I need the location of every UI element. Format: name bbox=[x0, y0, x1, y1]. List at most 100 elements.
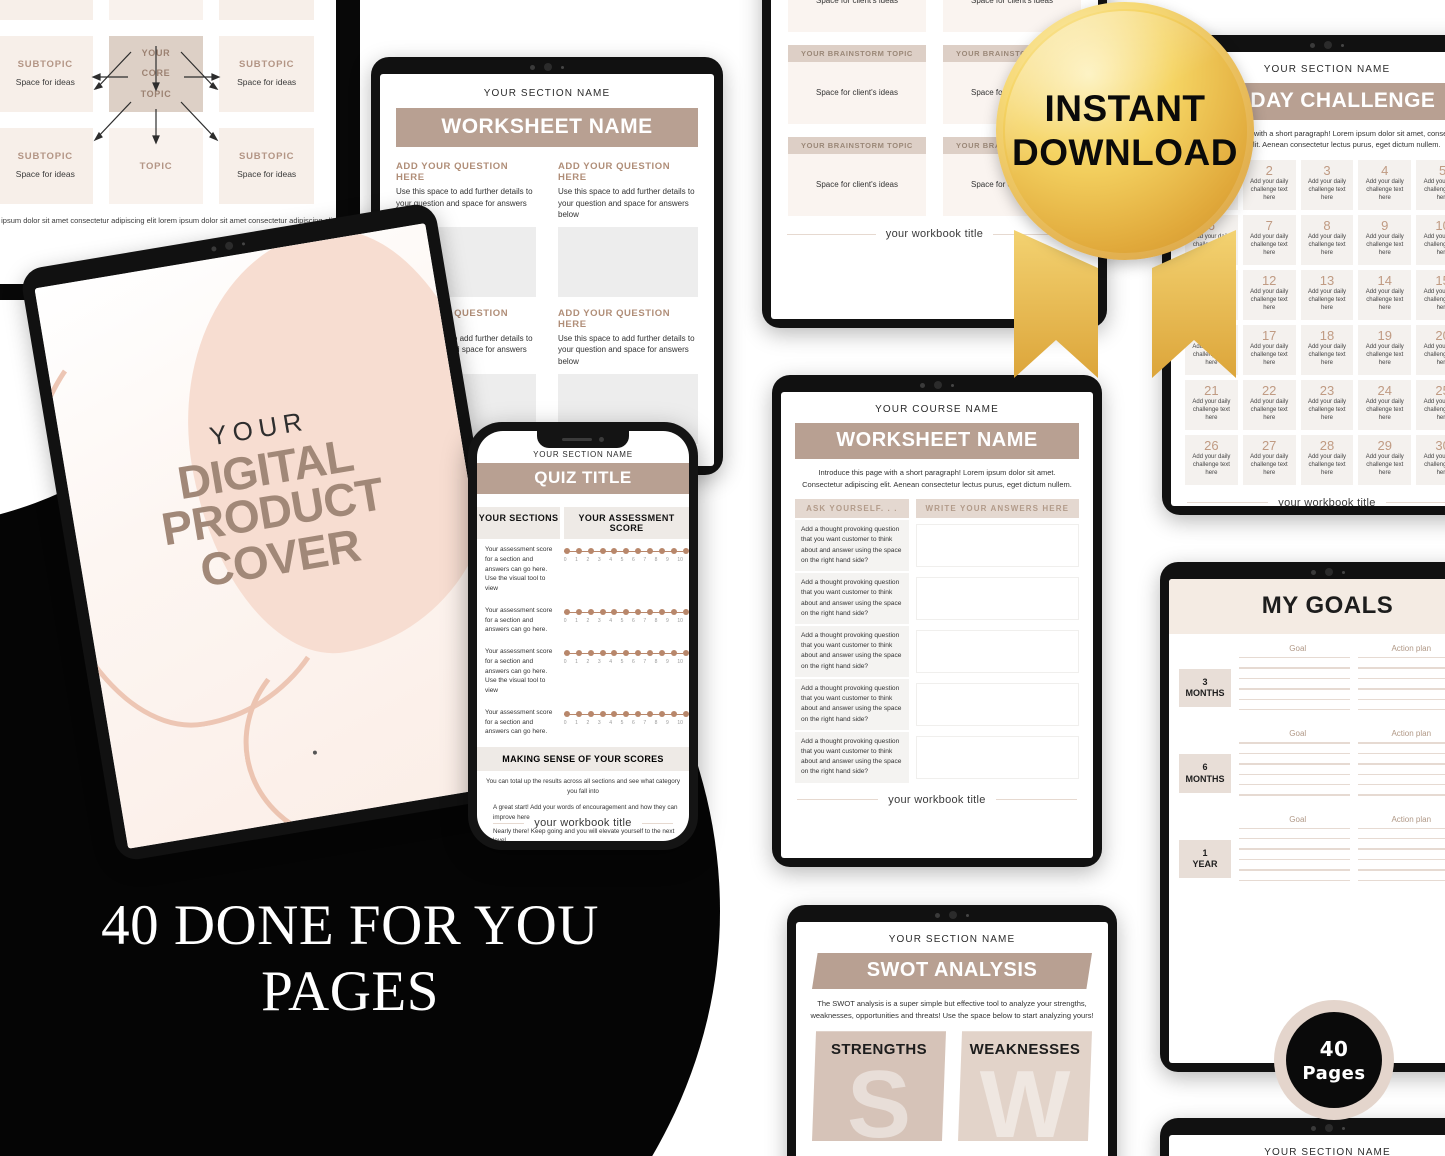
challenge-day-cell[interactable]: 19 Add your daily challenge text here bbox=[1358, 324, 1412, 375]
quiz-scale-dot[interactable] bbox=[682, 608, 689, 615]
swot-strengths-cell[interactable]: S STRENGTHS bbox=[812, 1031, 946, 1142]
quiz-scale-dot[interactable] bbox=[659, 650, 666, 656]
quiz-scale-dot[interactable] bbox=[599, 608, 606, 615]
quiz-scale-dot[interactable] bbox=[647, 548, 654, 554]
challenge-day-cell[interactable]: 22 Add your daily challenge text here bbox=[1242, 379, 1296, 430]
quiz-scale-line[interactable] bbox=[563, 608, 689, 616]
challenge-day-cell[interactable]: 29 Add your daily challenge text here bbox=[1358, 434, 1412, 485]
course-answer-box[interactable] bbox=[915, 735, 1079, 779]
quiz-scale-dot[interactable] bbox=[611, 548, 618, 554]
quiz-scale-dot[interactable] bbox=[575, 650, 582, 656]
goals-goal-lines[interactable] bbox=[1239, 827, 1350, 890]
quiz-scale-dot[interactable] bbox=[671, 548, 678, 554]
challenge-day-cell[interactable]: 25Add your daily challenge text here bbox=[1416, 379, 1445, 430]
quiz-scale-dot[interactable] bbox=[659, 548, 666, 554]
challenge-day-cell[interactable]: 9 Add your daily challenge text here bbox=[1358, 214, 1412, 265]
goals-action-lines[interactable] bbox=[1357, 657, 1445, 719]
quiz-scale-dot[interactable] bbox=[623, 710, 630, 717]
quiz-scale-dot[interactable] bbox=[635, 548, 642, 554]
course-answer-box[interactable] bbox=[915, 524, 1079, 568]
quiz-scale-dot[interactable] bbox=[635, 710, 642, 717]
challenge-day-text: Add your daily challenge text here bbox=[1423, 288, 1445, 311]
swot-weaknesses-cell[interactable]: W WEAKNESSES bbox=[958, 1031, 1092, 1142]
brainstorm-idea-box[interactable]: Space for client's ideas bbox=[788, 154, 926, 216]
challenge-day-cell[interactable]: 5Add your daily challenge text here bbox=[1416, 159, 1445, 210]
quiz-scale-dot[interactable] bbox=[647, 650, 654, 656]
quiz-scale-dot[interactable] bbox=[659, 608, 666, 615]
quiz-scale-dot[interactable] bbox=[623, 548, 630, 554]
quiz-scale-dot[interactable] bbox=[671, 608, 678, 615]
quiz-scale-dot[interactable] bbox=[682, 548, 689, 554]
challenge-day-cell[interactable]: 4 Add your daily challenge text here bbox=[1358, 159, 1412, 210]
challenge-day-cell[interactable]: 23 Add your daily challenge text here bbox=[1300, 379, 1354, 430]
quiz-scale-dot[interactable] bbox=[635, 608, 642, 615]
challenge-day-cell[interactable]: 24 Add your daily challenge text here bbox=[1358, 379, 1412, 430]
mindmap-space-text: Space for ideas bbox=[15, 169, 75, 180]
quiz-row: Your assessment score for a section and … bbox=[477, 702, 689, 743]
brainstorm-idea-box[interactable]: Space for client's ideas bbox=[788, 62, 926, 124]
challenge-day-cell[interactable]: 14 Add your daily challenge text here bbox=[1358, 269, 1412, 320]
challenge-day-cell[interactable]: 20Add your daily challenge text here bbox=[1416, 324, 1445, 375]
challenge-day-number: 9 bbox=[1381, 217, 1389, 233]
quiz-scale-dot[interactable] bbox=[563, 710, 570, 717]
quiz-scale-dot[interactable] bbox=[587, 650, 594, 656]
course-answer-box[interactable] bbox=[915, 577, 1079, 620]
write-line bbox=[1357, 763, 1445, 765]
quiz-scale-dot[interactable] bbox=[659, 710, 666, 717]
quiz-scale-dot[interactable] bbox=[682, 710, 689, 717]
challenge-day-cell[interactable]: 26 Add your daily challenge text here bbox=[1185, 434, 1238, 485]
quiz-scale-dot[interactable] bbox=[599, 650, 606, 656]
quiz-scale[interactable]: 0 1 2 3 4 5 6 7 8 9 10 bbox=[562, 539, 689, 600]
quiz-scale-dot[interactable] bbox=[647, 710, 654, 717]
quiz-scale-dot[interactable] bbox=[563, 548, 570, 554]
quiz-scale-dot[interactable] bbox=[599, 710, 606, 717]
goals-goal-lines[interactable] bbox=[1239, 657, 1350, 719]
quiz-scale-dot[interactable] bbox=[575, 608, 582, 615]
quiz-scale-dot[interactable] bbox=[575, 710, 582, 717]
quiz-scale-dot[interactable] bbox=[599, 548, 606, 554]
quiz-scale-line[interactable] bbox=[563, 710, 689, 718]
quiz-scale-dot[interactable] bbox=[682, 650, 689, 656]
quiz-scale-line[interactable] bbox=[563, 650, 689, 657]
goals-goal-lines[interactable] bbox=[1239, 742, 1350, 804]
quiz-scale-dot[interactable] bbox=[611, 608, 618, 615]
challenge-day-cell[interactable]: 10Add your daily challenge text here bbox=[1416, 214, 1445, 265]
challenge-day-cell[interactable]: 3 Add your daily challenge text here bbox=[1300, 159, 1354, 210]
quiz-scale-dot[interactable] bbox=[671, 650, 678, 656]
challenge-day-cell[interactable]: 30Add your daily challenge text here bbox=[1416, 434, 1445, 485]
challenge-day-cell[interactable]: 21 Add your daily challenge text here bbox=[1185, 379, 1238, 430]
course-answer-box[interactable] bbox=[915, 682, 1079, 726]
quiz-scale-dot[interactable] bbox=[635, 650, 642, 656]
quiz-scale[interactable]: 0 1 2 3 4 5 6 7 8 9 10 bbox=[562, 702, 689, 743]
quiz-scale-dot[interactable] bbox=[623, 608, 630, 615]
challenge-day-cell[interactable]: 27 Add your daily challenge text here bbox=[1242, 434, 1296, 485]
quiz-scale-line[interactable] bbox=[563, 548, 689, 555]
quiz-scale-dot[interactable] bbox=[611, 710, 618, 717]
quiz-scale-dot[interactable] bbox=[671, 710, 678, 717]
goals-action-lines[interactable] bbox=[1357, 827, 1445, 890]
quiz-scale-dot[interactable] bbox=[647, 608, 654, 615]
quiz-scale[interactable]: 0 1 2 3 4 5 6 7 8 9 10 bbox=[562, 600, 689, 641]
challenge-day-text: Add your daily challenge text here bbox=[1250, 398, 1289, 421]
quiz-scale-dot[interactable] bbox=[563, 650, 570, 656]
goals-action-lines[interactable] bbox=[1357, 742, 1445, 804]
quiz-scale[interactable]: 0 1 2 3 4 5 6 7 8 9 10 bbox=[562, 641, 689, 702]
challenge-day-number: 14 bbox=[1377, 272, 1393, 288]
challenge-day-number: 18 bbox=[1319, 327, 1335, 343]
course-answer-box[interactable] bbox=[915, 630, 1079, 673]
quiz-scale-dot[interactable] bbox=[587, 608, 594, 615]
challenge-day-cell[interactable]: 15Add your daily challenge text here bbox=[1416, 269, 1445, 320]
quiz-scale-dot[interactable] bbox=[623, 650, 630, 656]
quiz-scale-dot[interactable] bbox=[587, 548, 594, 554]
challenge-day-cell[interactable]: 13 Add your daily challenge text here bbox=[1300, 269, 1354, 320]
challenge-day-cell[interactable]: 8 Add your daily challenge text here bbox=[1300, 214, 1354, 265]
brainstorm-idea-box[interactable]: Space for client's ideas bbox=[788, 0, 926, 32]
challenge-day-cell[interactable]: 18 Add your daily challenge text here bbox=[1300, 324, 1354, 375]
challenge-day-cell[interactable]: 28 Add your daily challenge text here bbox=[1300, 434, 1354, 485]
quiz-scale-dot[interactable] bbox=[587, 710, 594, 717]
quiz-scale-dot[interactable] bbox=[611, 650, 618, 656]
course-question: Add a thought provoking question that yo… bbox=[795, 626, 909, 677]
quiz-scale-dot[interactable] bbox=[575, 548, 582, 554]
quiz-scale-dot[interactable] bbox=[563, 608, 570, 615]
worksheet-answer-box[interactable] bbox=[558, 226, 698, 297]
